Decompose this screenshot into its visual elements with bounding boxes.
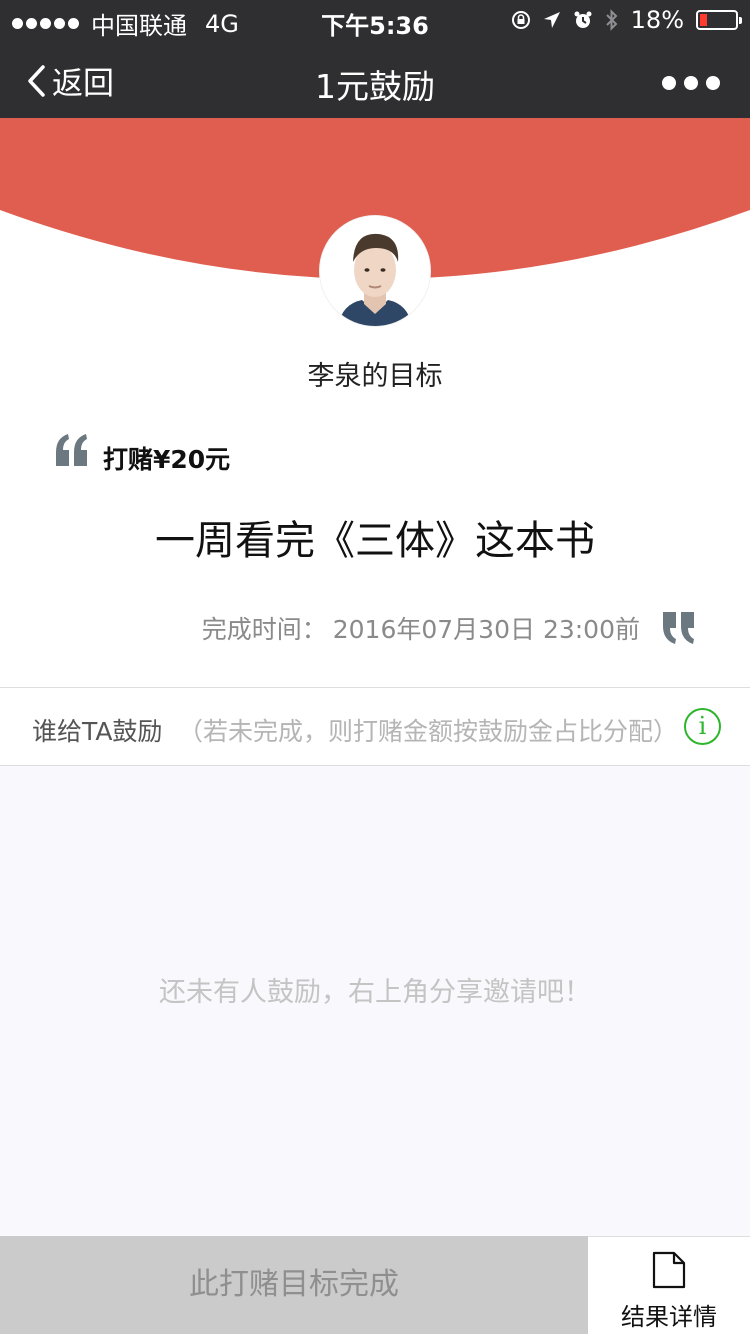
orientation-lock-icon xyxy=(511,11,530,29)
avatar[interactable] xyxy=(320,216,430,326)
quote-open-icon xyxy=(56,434,87,466)
user-portrait-icon xyxy=(320,216,430,326)
empty-state-text: 还未有人鼓励，右上角分享邀请吧！ xyxy=(159,977,591,1008)
mark-complete-button[interactable]: 此打赌目标完成 xyxy=(0,1236,588,1334)
result-details-button[interactable]: 结果详情 xyxy=(588,1236,750,1334)
more-dot-icon xyxy=(662,76,676,90)
bluetooth-icon xyxy=(605,9,618,31)
deadline-value: 2016年07月30日 23:00前 xyxy=(332,615,640,644)
more-dot-icon xyxy=(684,76,698,90)
deadline: 完成时间： 2016年07月30日 23:00前 xyxy=(202,610,640,646)
encourage-header: 谁给TA鼓励 （若未完成，则打赌金额按鼓励金占比分配） i xyxy=(0,688,750,765)
battery-percent: 18% xyxy=(630,6,684,34)
goal-owner-name: 李泉的目标 xyxy=(307,361,443,392)
goal-description: 一周看完《三体》这本书 xyxy=(155,518,595,564)
quote-close-icon xyxy=(663,612,694,644)
alarm-icon xyxy=(574,11,592,28)
battery-icon xyxy=(696,10,742,30)
battery-level xyxy=(700,14,707,26)
encourage-list: 还未有人鼓励，右上角分享邀请吧！ xyxy=(0,766,750,1236)
navigation-bar: 返回 1元鼓励 xyxy=(0,40,750,118)
encourage-note: （若未完成，则打赌金额按鼓励金占比分配） xyxy=(178,717,679,746)
status-bar: 中国联通 4G 下午5:36 18% xyxy=(0,0,750,40)
location-arrow-icon xyxy=(543,12,560,28)
info-icon[interactable]: i xyxy=(684,708,721,745)
status-right: 18% xyxy=(511,6,742,34)
more-dot-icon xyxy=(706,76,720,90)
encourage-title: 谁给TA鼓励 xyxy=(32,717,163,746)
document-icon xyxy=(652,1251,686,1289)
more-menu-button[interactable] xyxy=(662,76,720,90)
bet-amount: 打赌¥20元 xyxy=(103,445,231,474)
result-details-label: 结果详情 xyxy=(621,1303,717,1331)
page-title: 1元鼓励 xyxy=(315,67,435,106)
bottom-action-bar: 此打赌目标完成 结果详情 xyxy=(0,1236,750,1334)
deadline-label: 完成时间： xyxy=(201,615,327,644)
